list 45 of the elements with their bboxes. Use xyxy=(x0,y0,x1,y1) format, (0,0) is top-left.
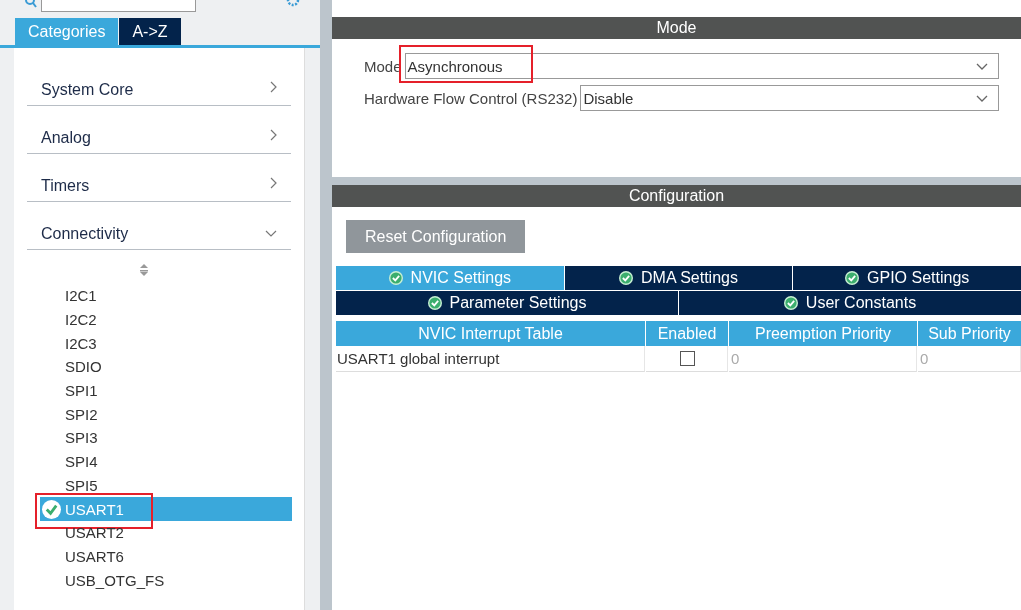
section-header: Configuration xyxy=(332,185,1021,207)
table-cell: 0 xyxy=(729,346,917,372)
settings-tab[interactable]: User Constants xyxy=(679,291,1021,315)
category-item[interactable]: Connectivity xyxy=(27,202,291,250)
table-cell: 0 xyxy=(918,346,1021,372)
peripheral-item[interactable]: SPI3 xyxy=(40,426,292,450)
chevron-down-icon xyxy=(265,230,277,237)
dropdown-field[interactable]: Disable xyxy=(580,85,999,111)
peripheral-item[interactable]: SPI1 xyxy=(40,378,292,403)
settings-tab[interactable]: Parameter Settings xyxy=(336,291,678,315)
peripheral-item[interactable]: SPI4 xyxy=(40,449,292,474)
sort-icon[interactable] xyxy=(139,264,149,276)
peripheral-item[interactable]: SDIO xyxy=(40,355,292,379)
chevron-right-icon xyxy=(270,129,277,141)
field-label: Hardware Flow Control (RS232) xyxy=(364,89,578,107)
column-header: NVIC Interrupt Table xyxy=(336,321,645,346)
peripheral-item[interactable]: SPI2 xyxy=(40,402,292,427)
column-header: Sub Priority xyxy=(918,321,1021,346)
tab[interactable]: A->Z xyxy=(119,18,181,45)
settings-tab[interactable]: GPIO Settings xyxy=(793,266,1021,290)
category-item[interactable]: Analog xyxy=(27,106,291,154)
column-header: Preemption Priority xyxy=(729,321,917,346)
category-item[interactable]: Timers xyxy=(27,154,291,202)
category-item[interactable]: System Core xyxy=(27,58,291,106)
chevron-right-icon xyxy=(270,81,277,93)
peripheral-item[interactable]: USB_OTG_FS xyxy=(40,568,292,592)
dropdown-field[interactable]: Asynchronous xyxy=(404,53,999,79)
checkbox[interactable] xyxy=(679,351,695,366)
peripheral-item[interactable]: SPI5 xyxy=(40,473,292,498)
field-label: Mode xyxy=(364,57,402,75)
table-cell: USART1 global interrupt xyxy=(336,346,645,372)
peripheral-item[interactable]: I2C3 xyxy=(40,331,292,356)
chevron-down-icon xyxy=(976,62,988,70)
gear-icon[interactable] xyxy=(286,0,300,7)
chevron-down-icon xyxy=(976,94,988,102)
settings-tab[interactable]: DMA Settings xyxy=(564,266,793,290)
chevron-right-icon xyxy=(270,177,277,189)
search-field[interactable] xyxy=(41,0,196,12)
search-icon[interactable] xyxy=(25,0,37,8)
column-header: Enabled xyxy=(646,321,728,346)
peripheral-item[interactable]: USART6 xyxy=(40,544,292,569)
peripheral-item[interactable]: I2C2 xyxy=(40,307,292,332)
peripheral-item[interactable]: USART2 xyxy=(40,520,292,545)
section-header: Mode xyxy=(332,17,1021,39)
peripheral-item[interactable]: I2C1 xyxy=(40,284,292,308)
